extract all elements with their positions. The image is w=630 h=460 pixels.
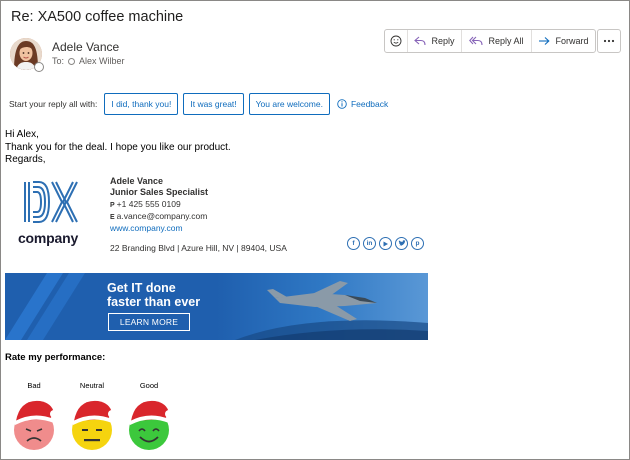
info-icon [337, 99, 347, 109]
forward-label: Forward [555, 36, 589, 46]
suggested-replies-label: Start your reply all with: [9, 99, 98, 109]
signature-phone[interactable]: +1 425 555 0109 [117, 199, 181, 209]
more-icon [603, 39, 615, 43]
email-reading-pane [0, 0, 630, 460]
signature-title: Junior Sales Specialist [110, 187, 209, 197]
rating-good-button[interactable] [125, 397, 173, 452]
reply-icon [414, 36, 427, 46]
signature-email-row: Ea.vance@company.com [110, 211, 208, 223]
sad-face-santa-hat-icon [14, 400, 58, 450]
pinterest-icon[interactable]: p [411, 237, 424, 250]
reply-all-button[interactable]: Reply All [461, 30, 531, 52]
email-label: E [110, 214, 115, 221]
suggested-reply-button[interactable]: It was great! [183, 93, 244, 115]
suggested-reply-button[interactable]: You are welcome. [248, 93, 330, 115]
to-label: To: [52, 56, 65, 66]
rating-bad-button[interactable] [10, 397, 58, 452]
feedback-label: Feedback [350, 99, 389, 109]
signature-email[interactable]: a.vance@company.com [117, 211, 208, 221]
learn-more-button[interactable]: LEARN MORE [108, 313, 190, 331]
rating-label-bad: Bad [27, 381, 41, 390]
rating-label-neutral: Neutral [79, 381, 105, 390]
reply-all-label: Reply All [488, 36, 524, 46]
company-logo-text: company [17, 230, 79, 246]
happy-face-santa-hat-icon [129, 400, 173, 450]
signature-phone-row: P +1 425 555 0109 [110, 199, 208, 211]
neutral-face-santa-hat-icon [72, 400, 116, 450]
message-body: Hi Alex, Thank you for the deal. I hope … [5, 129, 231, 167]
greeting-line: Hi Alex, [5, 129, 39, 140]
company-logo: company [12, 178, 84, 248]
presence-status-icon [34, 62, 44, 72]
reply-label: Reply [431, 36, 455, 46]
linkedin-icon[interactable]: in [363, 237, 376, 250]
feedback-link[interactable]: Feedback [337, 99, 388, 109]
reaction-button[interactable] [385, 30, 407, 52]
suggested-reply-button[interactable]: I did, thank you! [104, 93, 179, 115]
signature-website-link[interactable]: www.company.com [110, 223, 208, 234]
signature-name: Adele Vance [110, 176, 164, 186]
suggested-replies: Start your reply all with: I did, thank … [9, 93, 388, 115]
banner-headline-line: faster than ever [107, 295, 201, 309]
rating-title: Rate my performance: [5, 352, 106, 363]
reply-all-icon [469, 36, 484, 46]
recipient-name[interactable]: Alex Wilber [79, 56, 125, 66]
recipient-presence-icon [68, 57, 76, 65]
body-line: Thank you for the deal. I hope you like … [5, 141, 231, 153]
smiley-icon [390, 35, 402, 47]
twitter-icon[interactable] [395, 237, 408, 250]
sender-name[interactable]: Adele Vance [52, 40, 119, 54]
youtube-icon[interactable] [379, 237, 392, 250]
rating-label-good: Good [139, 381, 159, 390]
signature-details: Adele Vance Junior Sales Specialist P +1 … [110, 176, 208, 234]
closing-line: Regards, [5, 154, 46, 165]
banner-headline-line: Get IT done [107, 281, 176, 295]
message-actions: Reply Reply All Forward [384, 29, 596, 53]
company-logo-mark-icon [24, 181, 78, 223]
social-links: f in p [347, 237, 424, 250]
forward-button[interactable]: Forward [531, 30, 595, 52]
phone-label: P [110, 202, 115, 209]
facebook-icon[interactable]: f [347, 237, 360, 250]
promo-banner[interactable]: Get IT done faster than ever LEARN MORE [5, 273, 428, 340]
banner-headline: Get IT done faster than ever [107, 281, 200, 309]
email-subject: Re: XA500 coffee machine [11, 9, 184, 25]
reply-button[interactable]: Reply [407, 30, 461, 52]
banner-background-image [5, 273, 428, 340]
rating-neutral-button[interactable] [68, 397, 116, 452]
signature-address: 22 Branding Blvd | Azure Hill, NV | 8940… [110, 243, 287, 253]
forward-icon [539, 37, 551, 45]
recipient-line: To: Alex Wilber [52, 56, 125, 66]
more-actions-button[interactable] [597, 29, 621, 53]
